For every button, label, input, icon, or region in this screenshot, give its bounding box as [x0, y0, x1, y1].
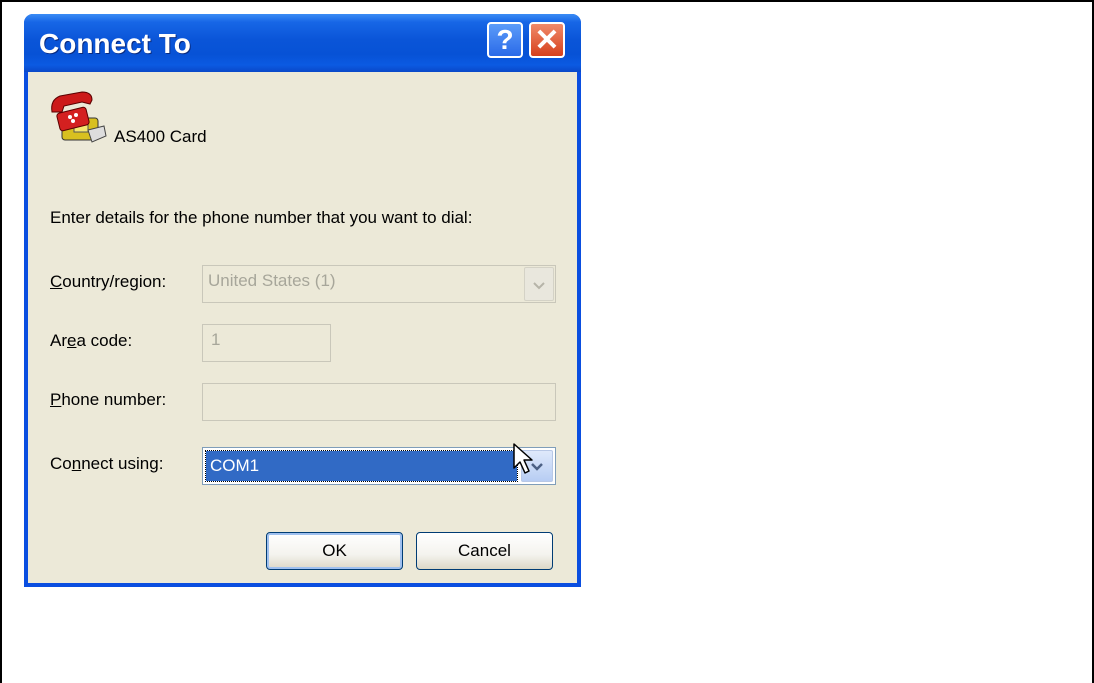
telephone-icon	[51, 91, 107, 143]
area-code-label: Area code:	[50, 331, 133, 350]
connect-to-dialog: Connect To ? ✕ AS400 Card Enter details …	[24, 14, 581, 587]
dialog-title: Connect To	[39, 28, 191, 59]
frame-top-border	[0, 0, 1094, 2]
connect-using-select[interactable]: COM1	[202, 447, 556, 485]
connection-name: AS400 Card	[114, 127, 207, 146]
phone-number-field[interactable]	[202, 383, 556, 421]
connect-using-label: Connect using:	[50, 454, 164, 473]
country-region-label: Country/region:	[50, 272, 167, 291]
dialog-client-area: AS400 Card Enter details for the phone n…	[28, 72, 577, 583]
area-code-field[interactable]: 1	[202, 324, 331, 362]
title-bar[interactable]: Connect To ? ✕	[24, 14, 581, 72]
connect-using-selection: COM1	[205, 450, 518, 482]
country-region-select[interactable]: United States (1)	[202, 265, 556, 303]
phone-number-label: Phone number:	[50, 390, 167, 409]
country-region-value: United States (1)	[208, 271, 336, 290]
close-icon: ✕	[534, 23, 560, 57]
instruction-text: Enter details for the phone number that …	[50, 208, 473, 227]
frame-left-border	[0, 0, 2, 683]
close-button[interactable]: ✕	[529, 22, 565, 58]
help-button[interactable]: ?	[487, 22, 523, 58]
connect-using-value: COM1	[210, 456, 260, 475]
ok-button[interactable]: OK	[266, 532, 403, 570]
cancel-button[interactable]: Cancel	[416, 532, 553, 570]
chevron-down-icon	[533, 282, 545, 290]
country-dropdown-button[interactable]	[524, 267, 554, 301]
mouse-pointer-icon	[513, 443, 533, 474]
area-code-value: 1	[211, 330, 221, 349]
help-icon: ?	[496, 24, 514, 55]
